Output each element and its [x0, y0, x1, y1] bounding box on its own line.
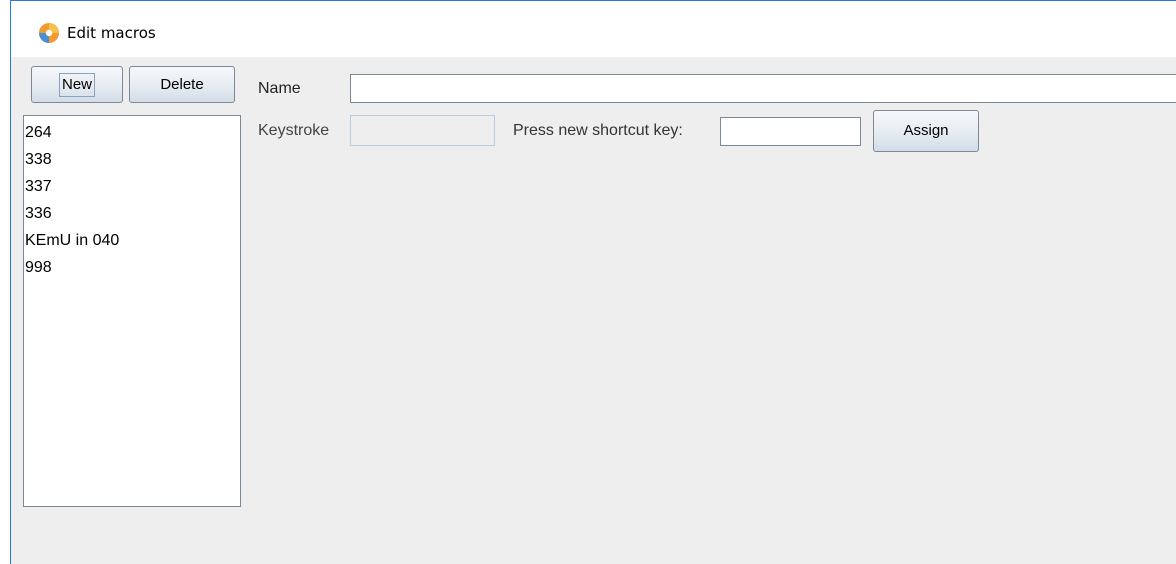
name-label: Name [258, 80, 301, 97]
keystroke-field [350, 115, 495, 146]
name-input[interactable] [350, 74, 1176, 103]
keystroke-label: Keystroke [258, 122, 330, 139]
title-bar[interactable]: Edit macros [11, 1, 1176, 57]
edit-macros-window: Edit macros New Delete 264 338 337 336 K… [10, 0, 1176, 564]
shortcut-key-input[interactable] [720, 117, 861, 146]
list-item[interactable]: 998 [24, 253, 240, 283]
press-shortcut-label: Press new shortcut key: [513, 122, 683, 139]
list-item[interactable]: 338 [24, 145, 240, 175]
delete-macro-button[interactable]: Delete [129, 66, 235, 103]
list-item[interactable]: 264 [24, 118, 240, 148]
assign-button[interactable]: Assign [873, 110, 979, 152]
list-item[interactable]: 337 [24, 172, 240, 202]
new-button-label: New [58, 73, 95, 97]
list-item[interactable]: KEmU in 040 [24, 226, 240, 256]
window-title: Edit macros [67, 24, 156, 42]
new-macro-button[interactable]: New [31, 66, 123, 103]
list-item[interactable]: 336 [24, 199, 240, 229]
macro-list[interactable]: 264 338 337 336 KEmU in 040 998 [23, 115, 241, 507]
app-logo-icon [39, 23, 59, 43]
